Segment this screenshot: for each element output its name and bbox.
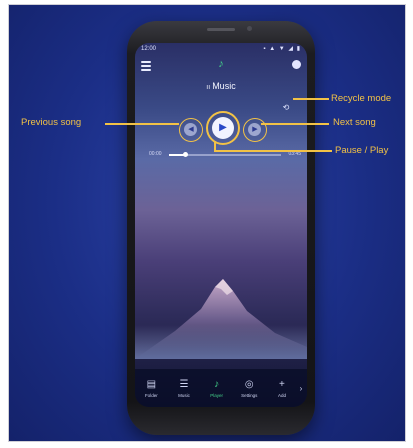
status-time: 12:00 [141, 46, 157, 52]
nav-item-music[interactable]: ☰ Music [169, 379, 199, 398]
bottom-navigation: ▤ Folder ☰ Music ♪ Player ◎ Settings + A… [135, 369, 307, 407]
status-bar: 12:00 ▪ ▲ ▼ ◢ ▮ [135, 43, 307, 55]
callout-next-song: Next song [333, 117, 376, 128]
previous-icon: ◀ [188, 126, 194, 133]
phone: 12:00 ▪ ▲ ▼ ◢ ▮ ♪ ıı Music ⟲ ◀ ▶ ▶ 00:00… [127, 21, 315, 435]
progress-bar[interactable]: 00:00 03:45 [149, 151, 301, 161]
folder-icon: ▤ [146, 378, 157, 390]
play-icon: ▶ [219, 122, 227, 133]
music-note-icon: ♪ [218, 58, 224, 70]
note-icon: ♪ [214, 378, 220, 390]
nav-item-folder[interactable]: ▤ Folder [136, 379, 166, 398]
progress-knob[interactable] [183, 152, 189, 157]
callout-line-previous [105, 123, 179, 125]
play-pause-button[interactable]: ▶ [206, 111, 240, 145]
callout-previous-song: Previous song [21, 117, 82, 128]
callout-recycle-mode: Recycle mode [331, 93, 392, 104]
phone-screen: 12:00 ▪ ▲ ▼ ◢ ▮ ♪ ıı Music ⟲ ◀ ▶ ▶ 00:00… [135, 43, 307, 407]
top-bar: ♪ [135, 57, 307, 77]
elapsed-time: 00:00 [149, 151, 162, 157]
mountain-artwork [135, 279, 307, 359]
menu-icon[interactable] [141, 61, 151, 71]
nav-item-add[interactable]: + Add [267, 379, 297, 398]
progress-track[interactable] [169, 152, 281, 157]
nav-label: Add [277, 392, 286, 398]
app-title-text: Music [212, 81, 236, 91]
nav-item-settings[interactable]: ◎ Settings [234, 379, 264, 398]
nav-item-player[interactable]: ♪ Player [202, 379, 232, 398]
next-song-button[interactable]: ▶ [243, 118, 267, 142]
earpiece [207, 28, 235, 31]
status-icons: ▪ ▲ ▼ ◢ ▮ [263, 46, 301, 52]
nav-label: Folder [144, 392, 158, 398]
callout-line-play [214, 150, 332, 152]
settings-icon[interactable] [292, 60, 301, 69]
previous-song-button[interactable]: ◀ [179, 118, 203, 142]
equalizer-icon: ıı [206, 84, 211, 91]
dial-icon: ◎ [244, 378, 254, 390]
plus-icon: + [279, 378, 285, 390]
app-title: ıı Music [135, 81, 307, 91]
callout-pause-play: Pause / Play [335, 145, 389, 156]
recycle-icon[interactable]: ⟲ [281, 103, 291, 113]
list-icon: ☰ [179, 378, 189, 390]
callout-line-next [261, 123, 329, 125]
chevron-right-icon[interactable]: › [300, 384, 306, 393]
illustration-frame: 12:00 ▪ ▲ ▼ ◢ ▮ ♪ ıı Music ⟲ ◀ ▶ ▶ 00:00… [8, 4, 406, 442]
nav-label: Settings [241, 392, 258, 398]
nav-label: Player [210, 392, 224, 398]
front-camera [247, 26, 252, 31]
callout-line-recycle [293, 98, 329, 100]
nav-label: Music [178, 392, 190, 398]
